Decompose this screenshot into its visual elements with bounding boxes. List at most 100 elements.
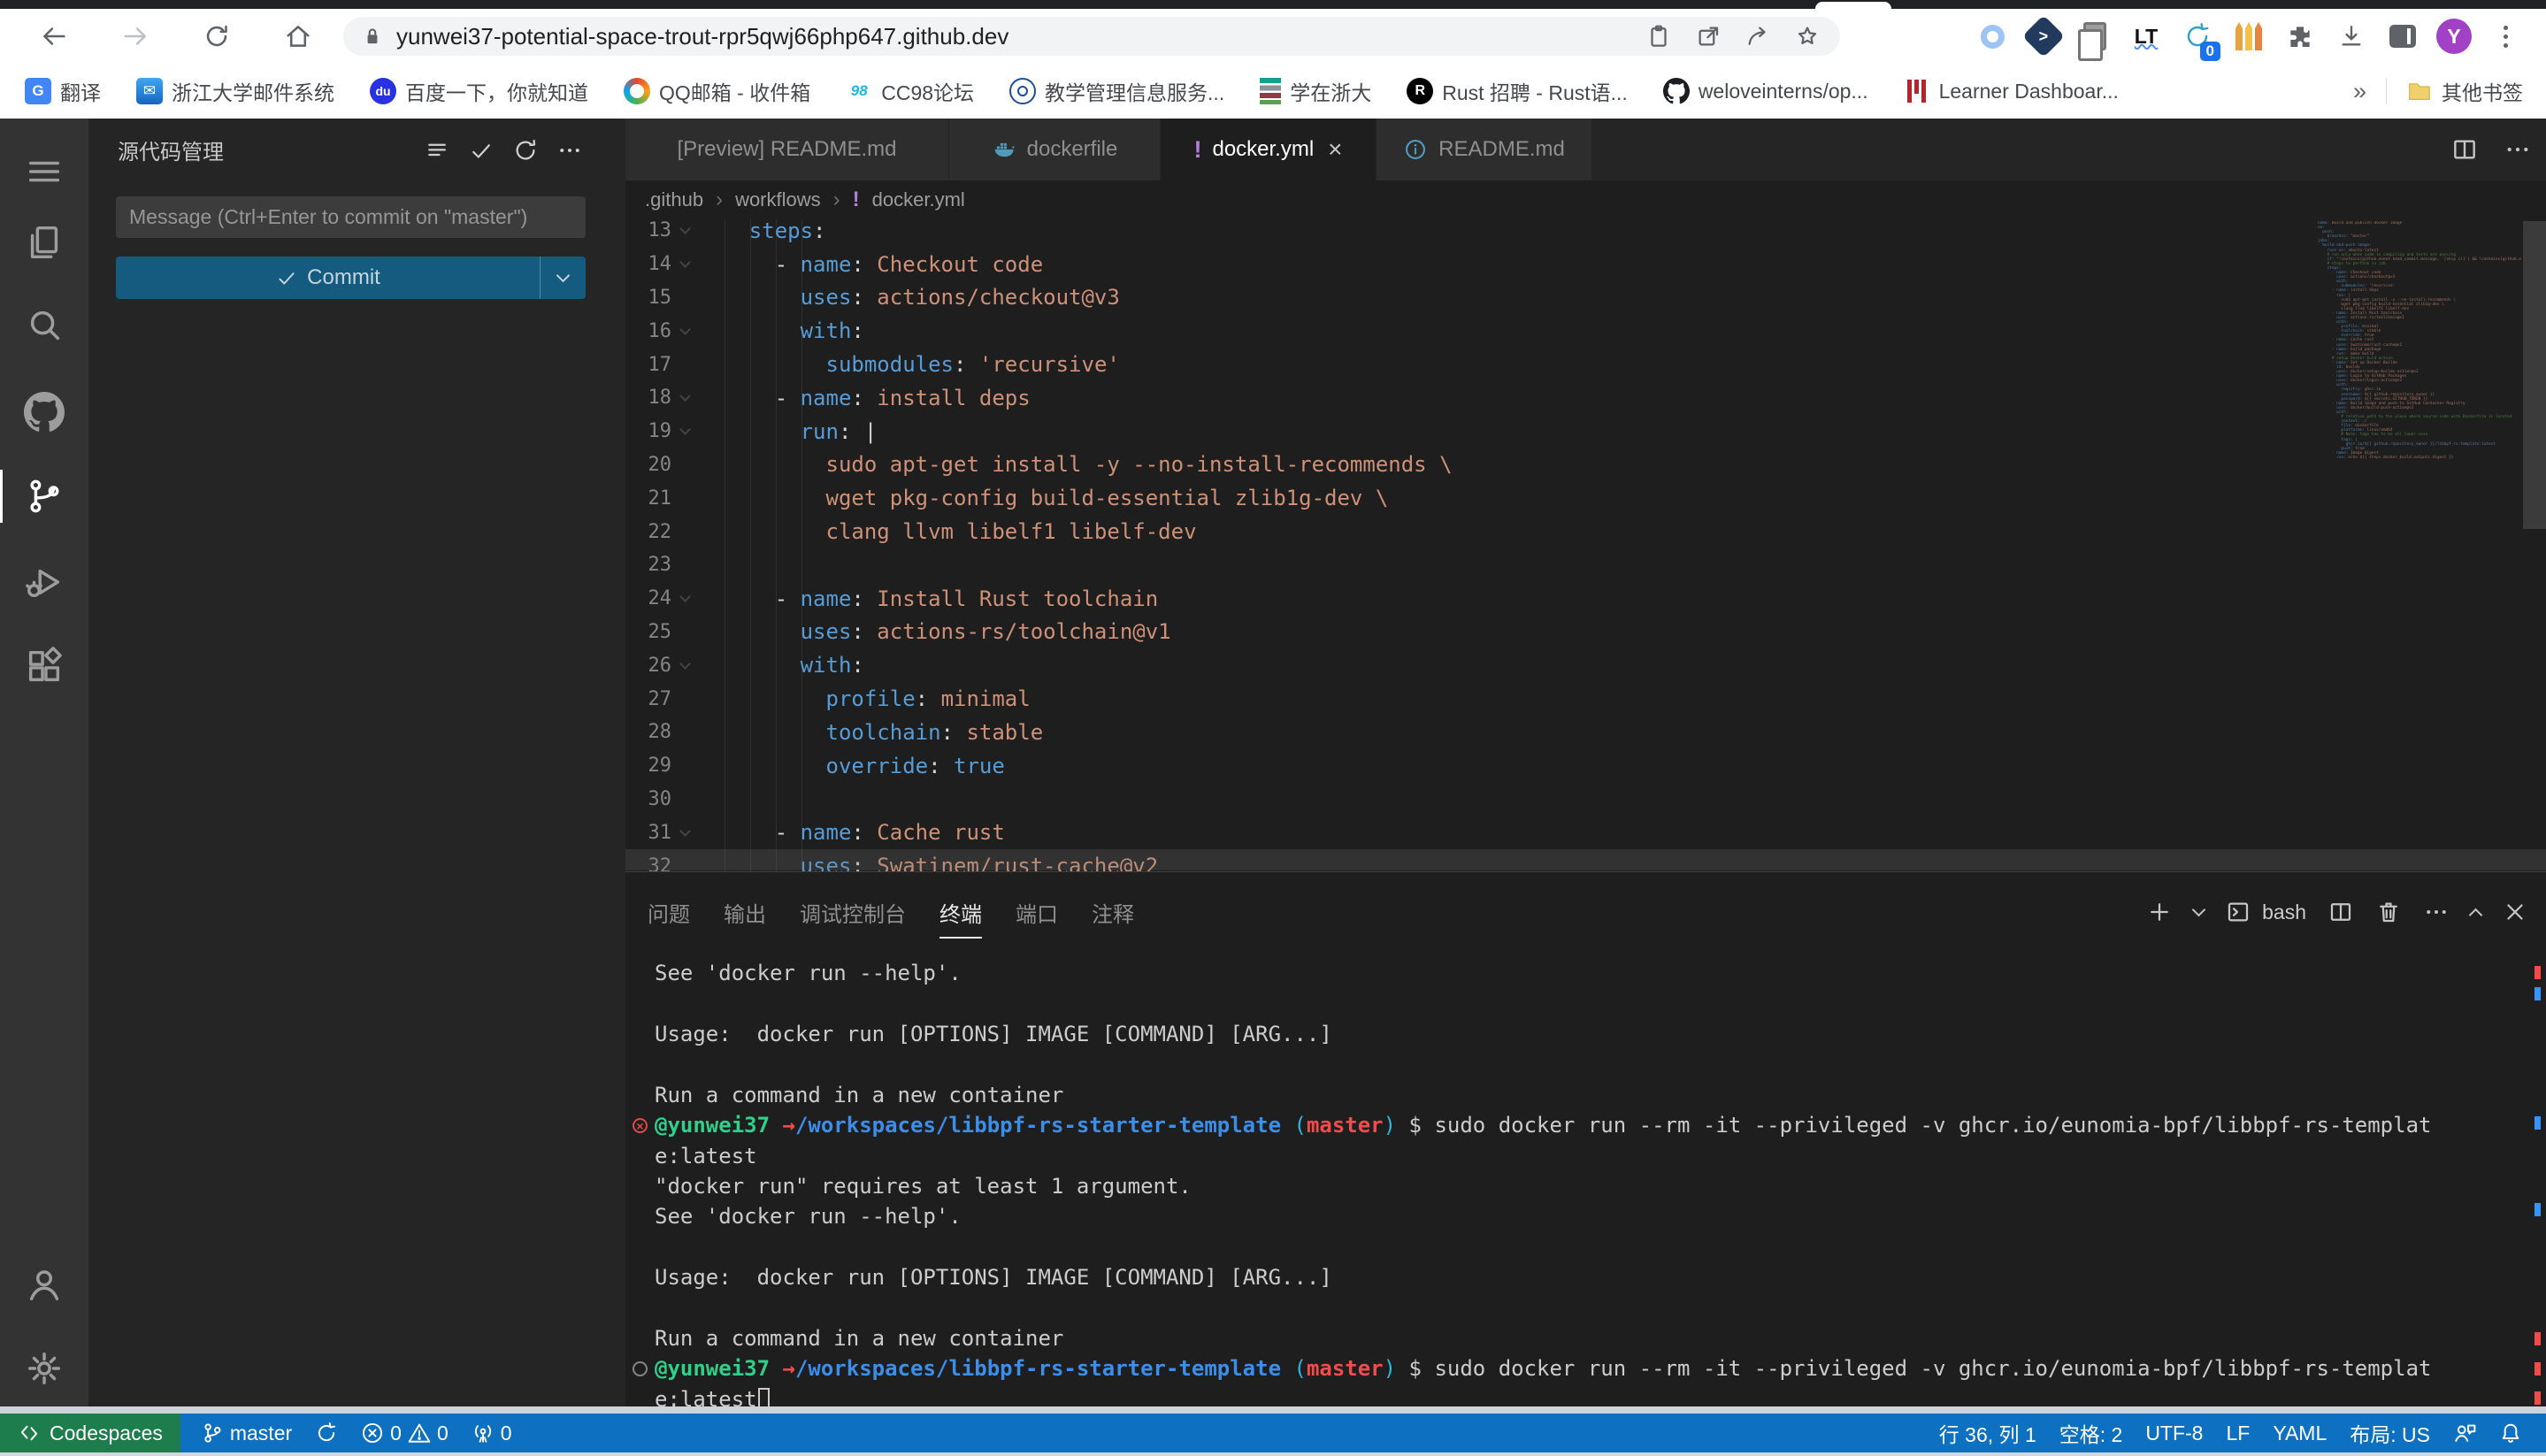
close-tab-icon[interactable]: × — [1328, 135, 1342, 164]
crayons-extension-icon[interactable] — [2231, 19, 2266, 54]
bookmark-cc98[interactable]: 98CC98论坛 — [846, 76, 974, 106]
shield-extension-icon[interactable]: > — [2026, 19, 2061, 54]
status-encoding[interactable]: UTF-8 — [2134, 1414, 2214, 1452]
code-editor[interactable]: 13 steps:14 - name: Checkout code15 uses… — [625, 219, 2546, 871]
tab-dockerfile[interactable]: dockerfile — [949, 119, 1161, 180]
forward-button[interactable] — [120, 21, 150, 51]
code-line-21[interactable]: 21 wget pkg-config build-essential zlib1… — [625, 481, 2546, 515]
terminal-shell-label[interactable]: bash — [2262, 900, 2306, 924]
bookmark-qqmail[interactable]: QQ邮箱 - 收件箱 — [624, 76, 810, 106]
breadcrumb-item[interactable]: workflows — [735, 188, 821, 211]
sync-changes-button[interactable] — [303, 1414, 349, 1452]
commit-message-input[interactable] — [116, 196, 586, 238]
status-keyboard-layout[interactable]: 布局: US — [2338, 1414, 2442, 1452]
feedback-button[interactable] — [2442, 1414, 2488, 1452]
code-line-14[interactable]: 14 - name: Checkout code — [625, 248, 2546, 281]
bookmark-zjuseal[interactable]: 教学管理信息服务... — [1009, 76, 1224, 106]
notifications-bell-button[interactable] — [2488, 1414, 2534, 1452]
minimap[interactable]: name: Build and publish docker imageon: … — [2318, 221, 2521, 858]
panel-tab-注释[interactable]: 注释 — [1092, 872, 1134, 952]
other-bookmarks-button[interactable]: 其他书签 — [2406, 76, 2523, 106]
sidebar-extension-icon[interactable] — [2385, 19, 2420, 54]
bookmark-baidu[interactable]: du百度一下，你就知道 — [370, 76, 588, 106]
open-new-icon[interactable] — [1695, 23, 1722, 50]
panel-tab-端口[interactable]: 端口 — [1016, 872, 1058, 952]
code-line-16[interactable]: 16 with: — [625, 314, 2546, 348]
bookmark-zjumail[interactable]: ✉浙江大学邮件系统 — [136, 76, 334, 106]
reload-button[interactable] — [202, 21, 232, 51]
activity-search[interactable] — [0, 294, 88, 357]
activity-explorer[interactable] — [0, 211, 88, 274]
branch-indicator[interactable]: master — [189, 1414, 303, 1452]
panel-tab-问题[interactable]: 问题 — [648, 872, 690, 952]
code-line-28[interactable]: 28 toolchain: stable — [625, 716, 2546, 749]
code-line-22[interactable]: 22 clang llvm libelf1 libelf-dev — [625, 515, 2546, 548]
profile-avatar[interactable]: Y — [2436, 19, 2472, 54]
sync-badge-extension-icon[interactable]: 0 — [2180, 19, 2215, 54]
activity-settings[interactable] — [0, 1337, 88, 1400]
editor-more-actions-button[interactable] — [2504, 135, 2532, 164]
status-language-mode[interactable]: YAML — [2261, 1414, 2338, 1452]
clipboard-icon[interactable] — [1645, 23, 1672, 50]
activity-run-debug[interactable] — [0, 550, 88, 614]
browser-menu-button[interactable] — [2488, 19, 2523, 54]
code-line-19[interactable]: 19 run: | — [625, 415, 2546, 448]
terminal-output[interactable]: See 'docker run --help'.Usage: docker ru… — [625, 958, 2519, 1414]
code-line-13[interactable]: 13 steps: — [625, 219, 2546, 248]
activity-menu[interactable] — [0, 140, 88, 203]
bookmark-xuezai[interactable]: 学在浙大 — [1260, 76, 1371, 106]
editor-horizontal-scrollbar[interactable] — [625, 849, 2546, 870]
tab-docker.yml[interactable]: !docker.yml× — [1161, 119, 1377, 180]
status-indentation[interactable]: 空格: 2 — [2048, 1414, 2135, 1452]
code-line-31[interactable]: 31 - name: Cache rust — [625, 816, 2546, 849]
url-bar[interactable]: yunwei37-potential-space-trout-rpr5qwj66… — [343, 17, 1840, 56]
panel-resize-sash[interactable] — [0, 1406, 2546, 1414]
star-icon[interactable] — [1794, 23, 1821, 50]
panel-tab-终端[interactable]: 终端 — [939, 872, 982, 952]
code-line-27[interactable]: 27 profile: minimal — [625, 682, 2546, 716]
scm-check-button[interactable] — [468, 137, 495, 164]
scm-more-button[interactable] — [556, 137, 583, 164]
split-editor-button[interactable] — [2450, 135, 2479, 164]
code-line-17[interactable]: 17 submodules: 'recursive' — [625, 348, 2546, 381]
status-eol[interactable]: LF — [2214, 1414, 2261, 1452]
ports-indicator[interactable]: 0 — [460, 1414, 524, 1452]
terminal-profile-dropdown[interactable] — [2192, 902, 2206, 916]
bookmark-rust[interactable]: RRust 招聘 - Rust语... — [1407, 76, 1628, 106]
close-panel-button[interactable] — [2502, 899, 2528, 925]
activity-account[interactable] — [0, 1253, 88, 1316]
status-cursor-position[interactable]: 行 36, 列 1 — [1928, 1414, 2048, 1452]
bookmark-github[interactable]: weloveinterns/op... — [1663, 78, 1868, 104]
panel-tab-调试控制台[interactable]: 调试控制台 — [800, 872, 906, 952]
code-line-23[interactable]: 23 — [625, 548, 2546, 582]
bookmarks-overflow-button[interactable]: » — [2353, 78, 2366, 105]
tab--preview-readme.md[interactable]: [Preview] README.md — [625, 119, 949, 180]
breadcrumb-item[interactable]: docker.yml — [872, 188, 965, 211]
problems-indicator[interactable]: 0 0 — [349, 1414, 460, 1452]
bookmark-gt[interactable]: G翻译 — [25, 76, 101, 106]
panel-more-actions-button[interactable] — [2423, 899, 2450, 925]
share-icon[interactable] — [1745, 23, 1771, 50]
scm-list-button[interactable] — [424, 137, 450, 164]
panel-tab-输出[interactable]: 输出 — [724, 872, 766, 952]
editor-scrollbar[interactable] — [2523, 221, 2546, 529]
bookmark-learner[interactable]: Learner Dashboar... — [1904, 78, 2119, 104]
code-line-26[interactable]: 26 with: — [625, 648, 2546, 682]
kill-terminal-button[interactable] — [2375, 899, 2402, 925]
code-line-15[interactable]: 15 uses: actions/checkout@v3 — [625, 281, 2546, 315]
download-extension-icon[interactable] — [2334, 19, 2369, 54]
code-line-29[interactable]: 29 override: true — [625, 749, 2546, 783]
pages-extension-icon[interactable] — [2077, 19, 2113, 54]
activity-github[interactable] — [0, 380, 88, 444]
split-terminal-button[interactable] — [2327, 899, 2354, 925]
activity-extensions[interactable] — [0, 635, 88, 699]
tab-readme.md[interactable]: README.md — [1377, 119, 1592, 180]
back-button[interactable] — [39, 21, 69, 51]
scm-refresh-button[interactable] — [512, 137, 539, 164]
activity-source-control[interactable] — [0, 464, 88, 528]
breadcrumb-item[interactable]: .github — [645, 188, 703, 211]
ring-extension-icon[interactable] — [1975, 19, 2010, 54]
code-line-20[interactable]: 20 sudo apt-get install -y --no-install-… — [625, 448, 2546, 482]
code-line-18[interactable]: 18 - name: install deps — [625, 381, 2546, 415]
puzzle-extension-icon[interactable] — [2282, 19, 2318, 54]
